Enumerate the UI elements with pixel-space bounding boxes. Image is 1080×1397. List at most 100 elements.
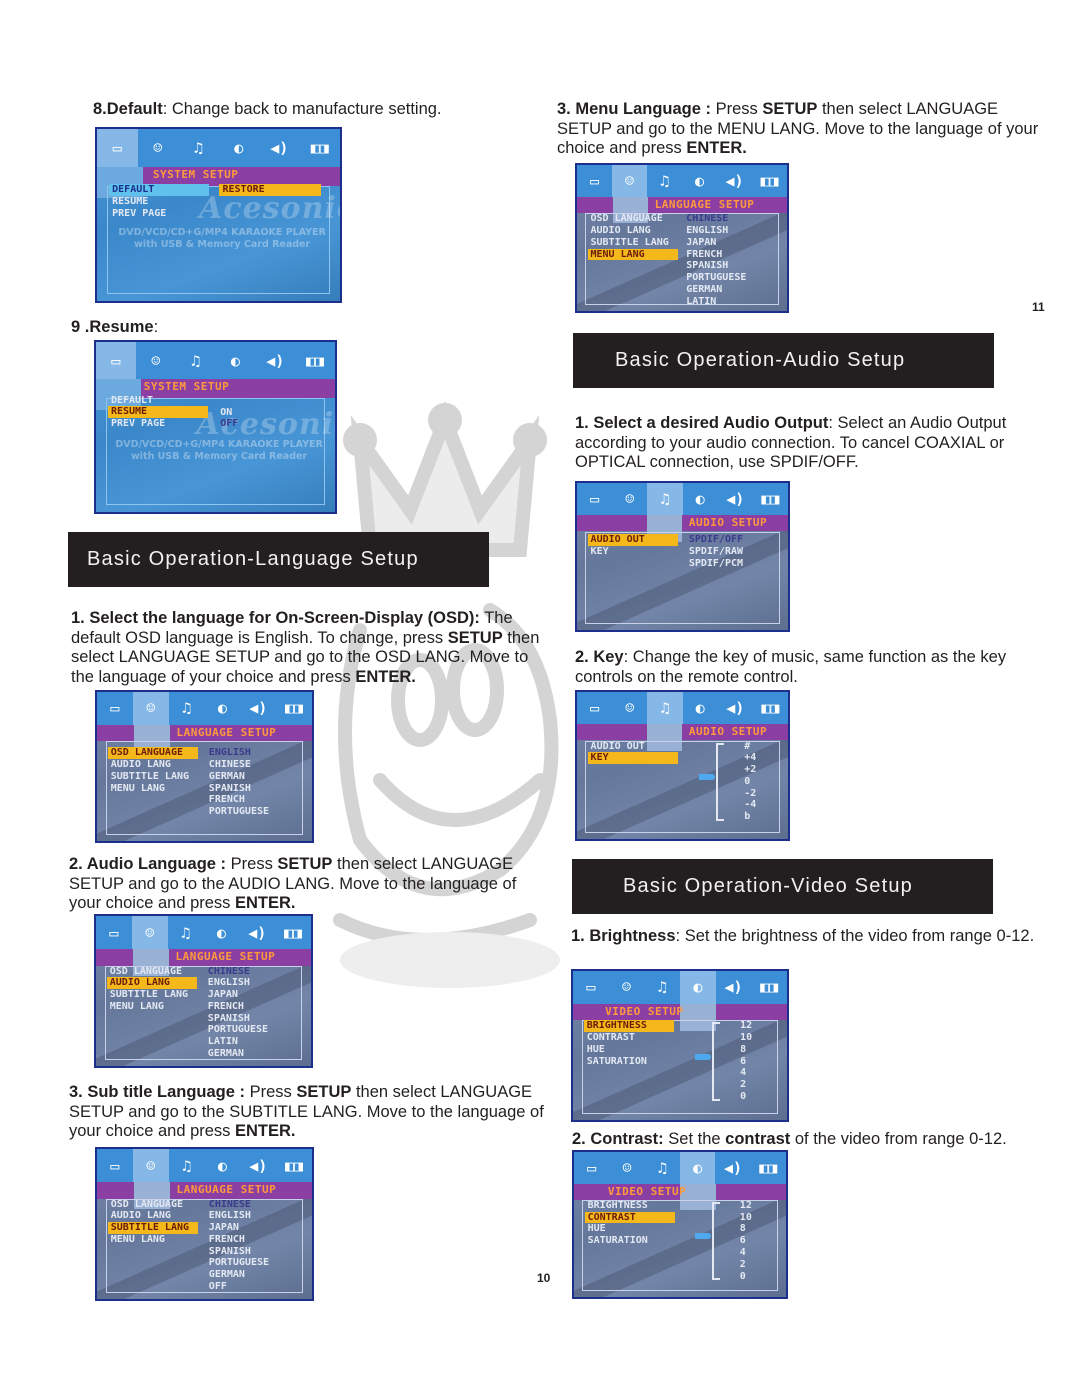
osd-option: OFF xyxy=(208,1281,227,1293)
section-title: Basic Operation-Audio Setup xyxy=(615,349,906,371)
osd-item-audio-lang: AUDIO LANG xyxy=(590,224,651,236)
step-title: 3. Sub title Language : xyxy=(69,1083,246,1101)
step-text: Press xyxy=(711,100,763,118)
step-text: : Set the brightness of the video from r… xyxy=(675,927,1035,945)
osd-item-subtitle-lang: SUBTITLE LANG xyxy=(109,989,189,1001)
osd-screen-system-resume: ▭ ☺ ♫ ◐ ◀) ◧◨ SYSTEM SETUP Acesonic DEFA… xyxy=(94,340,337,514)
osd-item-audio-lang: AUDIO LANG xyxy=(110,758,171,770)
osd-tabbar: ▭ ☺ ♫ ◐ ◀) ◧◨ xyxy=(96,916,311,949)
osd-item-saturation: SATURATION xyxy=(587,1235,648,1247)
osd-option-restore: RESTORE xyxy=(218,184,321,196)
osd-option: FRENCH xyxy=(208,794,245,806)
monitor-icon: ▭ xyxy=(590,699,600,718)
dolby-icon: ◧◨ xyxy=(761,699,780,718)
step-text: Set the xyxy=(663,1130,726,1148)
key-description: 2. Key: Change the key of music, same fu… xyxy=(575,648,1055,687)
audio-setup-banner: Basic Operation-Audio Setup xyxy=(573,333,994,388)
speaker-icon: ◀) xyxy=(266,351,285,370)
osd-option: JAPAN xyxy=(207,989,238,1001)
speaker-icon: ◀) xyxy=(249,699,268,718)
osd-option: SPDIF/OFF xyxy=(688,534,744,546)
dolby-icon: ◧◨ xyxy=(310,138,329,157)
osd-option: ENGLISH xyxy=(686,224,729,236)
dolby-icon: ◧◨ xyxy=(761,490,780,509)
osd-screen-audio-out: ▭ ☺ ♫ ◐ ◀) ◧◨ AUDIO SETUP AUDIO OUT KEY … xyxy=(575,481,790,632)
page-number-left: 10 xyxy=(537,1271,551,1285)
language-person-icon: ☺ xyxy=(131,916,168,949)
language-person-icon: ☺ xyxy=(621,978,632,997)
audio-language-description: 2. Audio Language : Press SETUP then sel… xyxy=(69,855,549,914)
step-text: : Change the key of music, same function… xyxy=(575,648,1007,686)
default-description: 8.Default: Change back to manufacture se… xyxy=(93,100,442,120)
level-pointer-icon xyxy=(699,774,716,781)
monitor-icon: ▭ xyxy=(109,923,119,942)
osd-tabbar: ▭ ☺ ♫ ◐ ◀) ◧◨ xyxy=(97,1149,312,1182)
video-setup-banner: Basic Operation-Video Setup xyxy=(572,859,993,914)
language-person-icon: ☺ xyxy=(612,165,647,198)
brightness-scale: 12 10 8 6 4 2 0 xyxy=(712,1020,752,1103)
osd-option: SPANISH xyxy=(207,1012,250,1024)
osd-item-brightness: BRIGHTNESS xyxy=(587,1199,648,1211)
language-person-icon: ☺ xyxy=(132,692,169,725)
default-label: Default xyxy=(106,100,163,118)
osd-option: JAPAN xyxy=(686,236,717,248)
video-disc-icon: ◐ xyxy=(230,351,240,370)
video-disc-icon: ◐ xyxy=(694,172,705,191)
speaker-icon: ◀) xyxy=(248,923,267,942)
osd-item-menu-lang: MENU LANG xyxy=(587,248,678,261)
osd-option: FRENCH xyxy=(208,1233,245,1245)
osd-item-audio-out: AUDIO OUT xyxy=(590,740,645,752)
dolby-icon: ◧◨ xyxy=(760,978,779,997)
osd-option: GERMAN xyxy=(686,283,723,295)
osd-option: ENGLISH xyxy=(208,1210,251,1222)
osd-screen-video-brightness: ▭ ☺ ♫ ◐ ◀) ◧◨ VIDEO SETUP BRIGHTNESS CON… xyxy=(571,969,789,1122)
osd-option: CHINESE xyxy=(208,1198,251,1210)
monitor-icon: ▭ xyxy=(96,342,136,380)
osd-item-brightness: BRIGHTNESS xyxy=(583,1020,674,1032)
key-setup: SETUP xyxy=(447,628,503,647)
subtitle-language-description: 3. Sub title Language : Press SETUP then… xyxy=(69,1083,549,1142)
osd-language-description: 1. Select the language for On-Screen-Dis… xyxy=(71,609,551,687)
osd-item-prev-page: PREV PAGE xyxy=(112,207,167,219)
video-disc-icon: ◐ xyxy=(216,923,226,942)
video-disc-icon: ◐ xyxy=(234,138,244,157)
osd-item-default: DEFAULT xyxy=(110,394,154,406)
key-enter: ENTER. xyxy=(355,667,416,686)
osd-item-contrast: CONTRAST xyxy=(584,1211,675,1224)
brand-line-2: with USB & Memory Card Reader xyxy=(131,450,308,462)
language-person-icon: ☺ xyxy=(153,138,163,157)
level-pointer-icon xyxy=(694,1054,711,1061)
osd-item-subtitle-lang: SUBTITLE LANG xyxy=(107,1222,198,1234)
language-person-icon: ☺ xyxy=(132,1149,169,1182)
osd-option: GERMAN xyxy=(208,1269,245,1281)
osd-tabbar: ▭ ☺ ♫ ◐ ◀) ◧◨ xyxy=(577,692,788,725)
osd-title: LANGUAGE SETUP xyxy=(176,725,277,739)
resume-description: 9 .Resume: xyxy=(71,318,158,338)
osd-option: CHINESE xyxy=(207,965,250,977)
music-note-icon: ♫ xyxy=(181,923,191,942)
speaker-icon: ◀) xyxy=(725,172,744,191)
osd-option: ENGLISH xyxy=(207,977,250,989)
osd-title: AUDIO SETUP xyxy=(688,516,768,530)
osd-screen-system-default: ▭ ☺ ♫ ◐ ◀) ◧◨ SYSTEM SETUP Acesonic DEFA… xyxy=(95,127,342,303)
resume-label: Resume xyxy=(89,318,154,336)
step-title: 1. Select a desired Audio Output xyxy=(575,414,829,432)
step-text: Press xyxy=(245,1083,297,1101)
osd-tabbar: ▭ ☺ ♫ ◐ ◀) ◧◨ xyxy=(97,129,340,167)
osd-screen-language-osd: ▭ ☺ ♫ ◐ ◀) ◧◨ LANGUAGE SETUP OSD LANGUAG… xyxy=(95,690,314,843)
osd-title: VIDEO SETUP xyxy=(607,1184,687,1198)
osd-option: CHINESE xyxy=(208,758,251,770)
osd-option: CHINESE xyxy=(686,213,729,225)
speaker-icon: ◀) xyxy=(726,699,745,718)
language-setup-banner: Basic Operation-Language Setup xyxy=(68,532,489,587)
osd-option: SPANISH xyxy=(686,260,729,272)
osd-option: GERMAN xyxy=(208,770,245,782)
osd-item-subtitle-lang: SUBTITLE LANG xyxy=(590,236,669,248)
dolby-icon: ◧◨ xyxy=(285,699,304,718)
monitor-icon: ▭ xyxy=(110,699,120,718)
video-disc-icon: ◐ xyxy=(679,1152,716,1184)
osd-item-menu-lang: MENU LANG xyxy=(109,1000,164,1012)
page-number-right: 11 xyxy=(1032,300,1045,314)
key-setup: SETUP xyxy=(762,100,818,118)
speaker-icon: ◀) xyxy=(726,490,745,509)
